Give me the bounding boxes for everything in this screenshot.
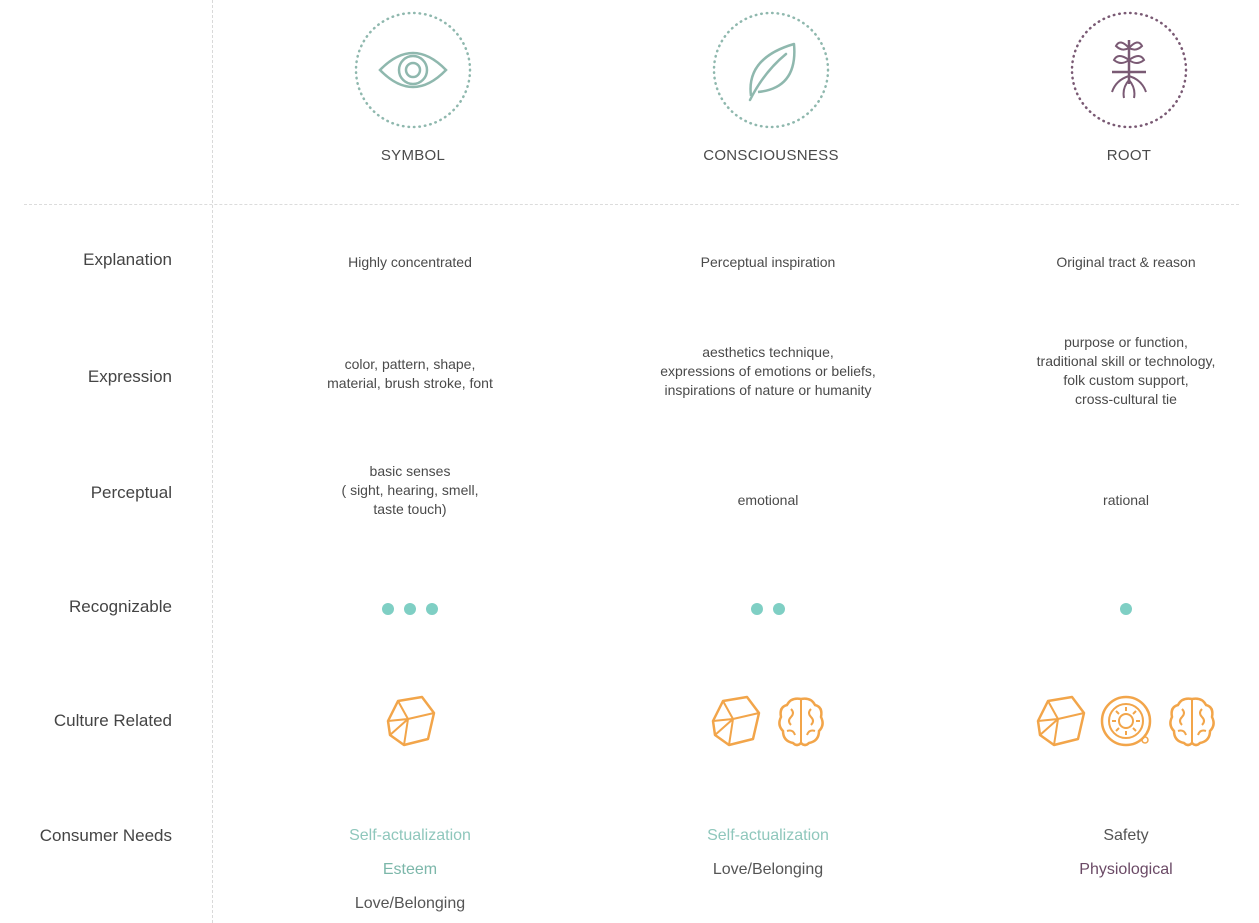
recognizable-consciousness [618,602,918,620]
expression-line: traditional skill or technology, [1036,353,1216,369]
expression-line: purpose or function, [1064,334,1188,350]
needs-symbol: Self-actualization Esteem Love/Belonging [260,819,560,921]
expression-line: material, brush stroke, font [327,375,493,391]
perceptual-consciousness: emotional [618,491,918,510]
recognizable-dot [426,603,438,615]
row-label-expression: Expression [87,367,172,386]
column-title-consciousness: CONSCIOUSNESS [703,147,839,164]
recognizable-dot [751,603,763,615]
need-item: Esteem [382,861,438,878]
column-root: ROOT [979,0,1259,164]
row-label-consumer-needs: Consumer Needs [39,826,172,845]
culture-root [976,693,1259,749]
expression-line: aesthetics technique, [702,344,834,360]
row-label-explanation: Explanation [83,250,172,269]
need-item: Love/Belonging [712,861,824,878]
perceptual-symbol: basic senses ( sight, hearing, smell, ta… [260,462,560,519]
leaf-icon [712,11,830,129]
perceptual-line: rational [1103,492,1149,508]
sprout-roots-icon [1070,11,1188,129]
horizontal-divider [24,204,1239,205]
recognizable-dot [382,603,394,615]
eye-icon [354,11,472,129]
expression-consciousness: aesthetics technique, expressions of emo… [618,343,918,400]
need-item: Physiological [1079,861,1173,878]
vertical-divider [212,0,213,923]
recognizable-symbol [260,602,560,620]
recognizable-dot [773,603,785,615]
expression-symbol: color, pattern, shape, material, brush s… [260,355,560,393]
stone-icon [386,695,436,747]
stone-icon [1036,695,1085,747]
column-consciousness: CONSCIOUSNESS [621,0,921,164]
culture-symbol [260,693,560,749]
needs-consciousness: Self-actualization Love/Belonging [618,819,918,887]
brain-icon [1169,697,1216,747]
column-title-root: ROOT [1106,147,1152,164]
row-label-perceptual: Perceptual [90,483,172,502]
expression-line: folk custom support, [1063,372,1189,388]
stone-icon [711,695,761,747]
recognizable-dot [1120,603,1132,615]
sun-circle-icon [1100,695,1152,747]
need-item: Self-actualization [349,827,471,844]
perceptual-line: emotional [737,492,799,508]
row-label-culture-related: Culture Related [53,711,172,730]
perceptual-line: ( sight, hearing, smell, [341,482,479,498]
explanation-consciousness: Perceptual inspiration [700,254,836,270]
perceptual-line: basic senses [369,463,451,479]
need-item: Love/Belonging [354,895,466,912]
expression-line: inspirations of nature or humanity [664,382,872,398]
expression-line: color, pattern, shape, [344,356,476,372]
needs-root: Safety Physiological [976,819,1259,887]
explanation-symbol: Highly concentrated [348,254,472,270]
column-title-symbol: SYMBOL [380,147,446,164]
perceptual-root: rational [976,491,1259,510]
need-item: Self-actualization [707,827,829,844]
culture-consciousness [618,693,918,749]
column-symbol: SYMBOL [263,0,563,164]
recognizable-dot [404,603,416,615]
brain-icon [778,697,825,747]
perceptual-line: taste touch) [373,501,447,517]
expression-root: purpose or function, traditional skill o… [976,333,1259,409]
recognizable-root [976,602,1259,620]
expression-line: expressions of emotions or beliefs, [660,363,876,379]
explanation-root: Original tract & reason [1056,254,1196,270]
expression-line: cross-cultural tie [1075,391,1177,407]
row-label-recognizable: Recognizable [68,597,172,616]
need-item: Safety [1103,827,1149,844]
